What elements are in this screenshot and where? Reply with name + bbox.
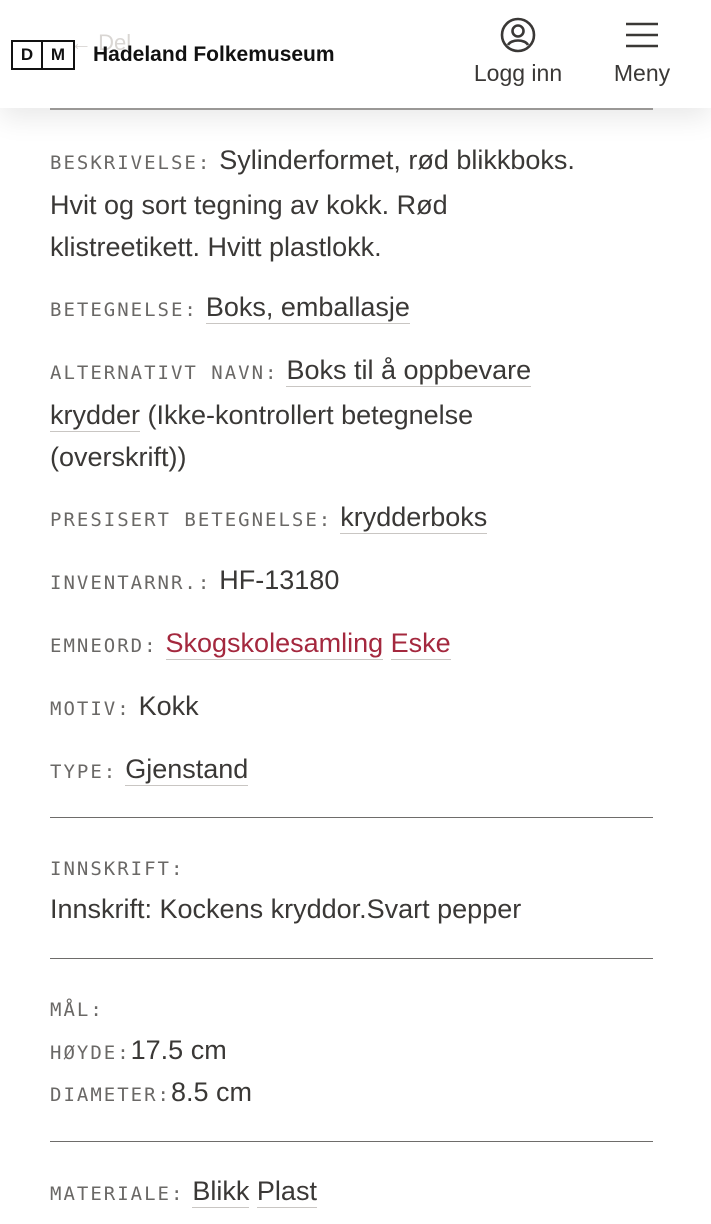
maal-label: MÅL:	[50, 999, 104, 1021]
field-materiale: MATERIALE: Blikk Plast	[50, 1170, 653, 1215]
emneord-link-skogskolesamling[interactable]: Skogskolesamling	[165, 628, 384, 660]
field-presisert-betegnelse: PRESISERT BETEGNELSE: krydderboks	[50, 496, 653, 541]
alternativt-navn-label: ALTERNATIVT NAVN:	[50, 362, 279, 384]
site-name[interactable]: Hadeland Folkemuseum	[93, 43, 335, 67]
type-link[interactable]: Gjenstand	[125, 754, 249, 786]
presisert-betegnelse-label: PRESISERT BETEGNELSE:	[50, 509, 333, 531]
innskrift-label: INNSKRIFT:	[50, 858, 185, 880]
field-beskrivelse: BESKRIVELSE: Sylinderformet, rød blikkbok…	[50, 139, 653, 268]
inventarnr-value: HF-13180	[219, 565, 340, 595]
divider	[50, 1141, 653, 1142]
field-diameter: DIAMETER:8.5 cm	[50, 1071, 653, 1116]
inventarnr-label: INVENTARNR.:	[50, 572, 212, 594]
materiale-label: MATERIALE:	[50, 1183, 185, 1205]
diameter-label: DIAMETER:	[50, 1084, 171, 1106]
alternativt-navn-link-part1[interactable]: Boks til å oppbevare	[286, 355, 532, 387]
menu-button[interactable]: Meny	[604, 16, 680, 87]
field-type: TYPE: Gjenstand	[50, 748, 653, 793]
top-divider	[50, 108, 653, 110]
motiv-value: Kokk	[138, 691, 199, 721]
alternativt-navn-link-part2[interactable]: krydder	[50, 400, 141, 432]
materiale-link-plast[interactable]: Plast	[256, 1176, 317, 1208]
login-label: Logg inn	[473, 60, 563, 86]
motiv-label: MOTIV:	[50, 698, 131, 720]
divider	[50, 817, 653, 818]
field-motiv: MOTIV: Kokk	[50, 685, 653, 730]
beskrivelse-line1: Sylinderformet, rød blikkboks.	[219, 145, 575, 175]
logo-letter-d: D	[11, 40, 43, 70]
hamburger-icon	[626, 22, 658, 48]
betegnelse-link[interactable]: Boks, emballasje	[205, 292, 410, 324]
user-circle-icon	[500, 17, 536, 53]
field-alternativt-navn: ALTERNATIVT NAVN: Boks til å oppbevare kr…	[50, 349, 653, 478]
logo-letter-m: M	[43, 40, 75, 70]
site-header: ← Del D M Hadeland Folkemuseum Logg inn …	[0, 0, 711, 108]
beskrivelse-line3: klistreetikett. Hvitt plastlokk.	[50, 232, 382, 262]
field-hoyde: HØYDE:17.5 cm	[50, 1029, 653, 1074]
emneord-label: EMNEORD:	[50, 635, 158, 657]
innskrift-value: Innskrift: Kockens kryddor.Svart pepper	[50, 894, 522, 924]
menu-label: Meny	[613, 60, 671, 86]
logo[interactable]: D M	[11, 40, 75, 70]
diameter-value: 8.5 cm	[170, 1077, 252, 1107]
field-emneord: EMNEORD: Skogskolesamling Eske	[50, 622, 653, 667]
beskrivelse-line2: Hvit og sort tegning av kokk. Rød	[50, 190, 448, 220]
hoyde-label: HØYDE:	[50, 1042, 131, 1064]
alternativt-navn-note1: (Ikke-kontrollert betegnelse	[140, 400, 474, 430]
field-inventarnr: INVENTARNR.: HF-13180	[50, 559, 653, 604]
presisert-betegnelse-link[interactable]: krydderboks	[340, 502, 488, 534]
emneord-link-eske[interactable]: Eske	[390, 628, 451, 660]
betegnelse-label: BETEGNELSE:	[50, 299, 198, 321]
divider	[50, 958, 653, 959]
beskrivelse-label: BESKRIVELSE:	[50, 152, 212, 174]
type-label: TYPE:	[50, 761, 118, 783]
hoyde-value: 17.5 cm	[130, 1035, 227, 1065]
login-button[interactable]: Logg inn	[468, 16, 568, 87]
field-betegnelse: BETEGNELSE: Boks, emballasje	[50, 286, 653, 331]
materiale-link-blikk[interactable]: Blikk	[192, 1176, 250, 1208]
alternativt-navn-note2: (overskrift))	[50, 442, 187, 472]
